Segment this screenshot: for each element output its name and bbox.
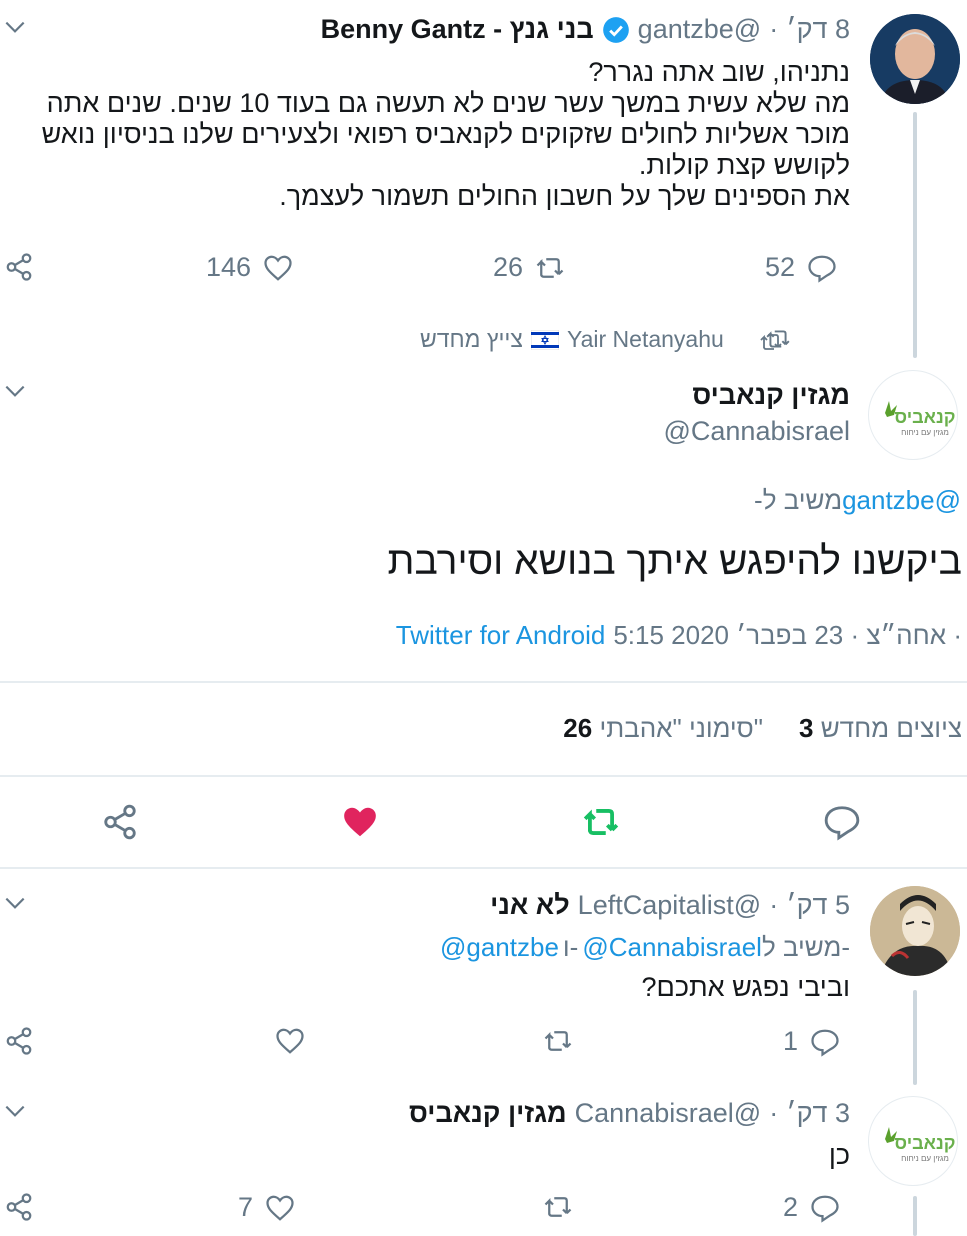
replying-to: משיב ל- @gantzbe [754, 485, 961, 516]
reply-icon[interactable] [823, 803, 861, 841]
avatar-leftcapitalist[interactable] [870, 886, 960, 976]
handle[interactable]: @Cannabisrael [575, 1098, 762, 1129]
retweets-label: ציוצים מחדש [820, 713, 962, 743]
chevron-down-icon[interactable] [2, 890, 28, 916]
handle[interactable]: @LeftCapitalist [578, 890, 762, 921]
mention-link[interactable]: @Cannabisrael [582, 932, 762, 963]
likes-count: 26 [563, 713, 593, 743]
handle[interactable]: @Cannabisrael [663, 416, 850, 447]
israel-flag-icon [530, 329, 559, 350]
display-name[interactable]: מגזין קנאביס [692, 380, 850, 411]
reply-icon [808, 255, 836, 283]
chevron-down-icon[interactable] [2, 1098, 28, 1124]
retweet-action[interactable] [543, 1192, 573, 1222]
tweet-time[interactable]: 3 דק׳ [786, 1098, 850, 1129]
share-action[interactable] [4, 252, 34, 282]
share-action[interactable] [4, 1026, 34, 1056]
chevron-down-icon[interactable] [2, 14, 28, 40]
avatar-logo-subtext: מגזין עם ניחוח [901, 428, 949, 437]
avatar-logo-subtext: מגזין עם ניחוח [901, 1154, 949, 1163]
display-name[interactable]: מגזין קנאביס [409, 1098, 567, 1129]
divider [0, 775, 967, 777]
divider [0, 681, 967, 683]
separator-dot: · [769, 890, 779, 920]
tweet-line: מה שלא עשית במשך עשר שנים לא תעשה גם בעו… [46, 88, 850, 118]
tweet-text: וביבי נפגש אתכם? [641, 972, 850, 1002]
separator-dot: · [769, 14, 779, 44]
heart-icon [276, 1028, 304, 1054]
share-icon [6, 253, 32, 281]
retweet-action[interactable] [543, 1026, 573, 1056]
retweet-active-icon[interactable] [580, 803, 622, 841]
replying-prefix: משיב ל- [754, 485, 843, 515]
tweet-line: נתניהו, שוב אתה נגרר? [588, 57, 850, 87]
main-tweet-text: ביקשנו להיפגש איתך בנושא וסירבת [387, 540, 963, 583]
retweet-context-action: צייץ מחדש [420, 326, 523, 352]
tweet-time[interactable]: 8 דק׳ [786, 14, 850, 45]
heart-icon [264, 255, 292, 281]
replying-join: ו- [562, 932, 579, 962]
tweet-stats: 3 ציוצים מחדש 26 סימוני "אהבתי" [563, 713, 962, 744]
tweet-text: נתניהו, שוב אתה נגרר? מה שלא עשית במשך ע… [10, 57, 850, 212]
display-name[interactable]: לא אני [490, 890, 570, 921]
avatar-logo-text: קנאביס [895, 407, 956, 427]
likes-label: סימוני "אהבתי" [599, 713, 763, 743]
avatar-cannabisrael[interactable]: קנאביס מגזין עם ניחוח [868, 370, 958, 460]
heart-icon [266, 1195, 294, 1221]
chevron-down-icon[interactable] [2, 378, 28, 404]
retweet-context-icon [760, 334, 782, 350]
tweet-meta: 5:15 אחה״צ · 23 בפבר׳ 2020 · Twitter for… [396, 620, 962, 651]
heart-filled-icon[interactable] [340, 803, 380, 841]
share-icon [6, 1193, 32, 1221]
like-count: 7 [238, 1192, 254, 1222]
like-count: 146 [206, 252, 252, 282]
reply-action[interactable]: 1 [783, 1026, 840, 1057]
retweets-stat[interactable]: 3 ציוצים מחדש [799, 713, 962, 744]
retweet-icon [544, 1031, 572, 1051]
reply-action[interactable]: 52 [765, 252, 837, 283]
tweet-line: את הספינים שלך על חשבון החולים תשמור לעצ… [279, 181, 850, 211]
thread-line [913, 112, 917, 358]
likes-stat[interactable]: 26 סימוני "אהבתי" [563, 713, 763, 744]
avatar-cannabisrael[interactable]: קנאביס מגזין עם ניחוח [868, 1096, 958, 1186]
verified-badge-icon [602, 16, 629, 43]
share-action[interactable] [4, 1192, 34, 1222]
tweet-line: מוכר אשליות לחולים שזקוקים לקנאביס רפואי… [41, 119, 850, 149]
reply-icon [811, 1195, 839, 1223]
retweet-icon [536, 257, 564, 278]
like-action[interactable]: 146 [206, 252, 293, 283]
mention-link[interactable]: @gantzbe [842, 485, 961, 516]
retweet-action[interactable]: 26 [493, 252, 565, 283]
retweet-icon [544, 1197, 572, 1217]
like-action[interactable]: 7 [238, 1192, 295, 1223]
avatar-logo-text: קנאביס [895, 1133, 956, 1153]
tweet-time[interactable]: 5 דק׳ [786, 890, 850, 921]
timestamp[interactable]: 5:15 אחה״צ · 23 בפבר׳ 2020 · [613, 620, 962, 651]
tweet-source[interactable]: Twitter for Android [396, 620, 606, 651]
reply-action[interactable]: 2 [783, 1192, 840, 1223]
thread-line [913, 990, 917, 1085]
avatar-gantz[interactable] [870, 14, 960, 104]
separator-dot: · [769, 1098, 779, 1128]
mention-link[interactable]: @gantzbe [440, 932, 559, 963]
divider [0, 867, 967, 869]
reply-count: 1 [783, 1026, 799, 1056]
reply-icon [811, 1029, 839, 1057]
like-action[interactable] [275, 1026, 305, 1056]
tweet-line: לקושש קצת קולות. [638, 150, 850, 180]
retweeter-name[interactable]: Yair Netanyahu [567, 326, 724, 353]
reply-count: 52 [765, 252, 796, 282]
share-icon [6, 1027, 32, 1055]
retweets-count: 3 [798, 713, 814, 743]
replying-to: משיב ל- @Cannabisrael ו- @gantzbe [440, 932, 850, 963]
reply-count: 2 [783, 1192, 799, 1222]
retweet-count: 26 [493, 252, 524, 282]
replying-prefix: משיב ל- [761, 932, 850, 962]
tweet-text: כן [828, 1140, 850, 1170]
thread-line [913, 1196, 917, 1236]
share-icon[interactable] [101, 803, 139, 841]
handle[interactable]: @gantzbe [638, 14, 762, 45]
display-name[interactable]: בני גנץ - Benny Gantz [321, 14, 594, 45]
